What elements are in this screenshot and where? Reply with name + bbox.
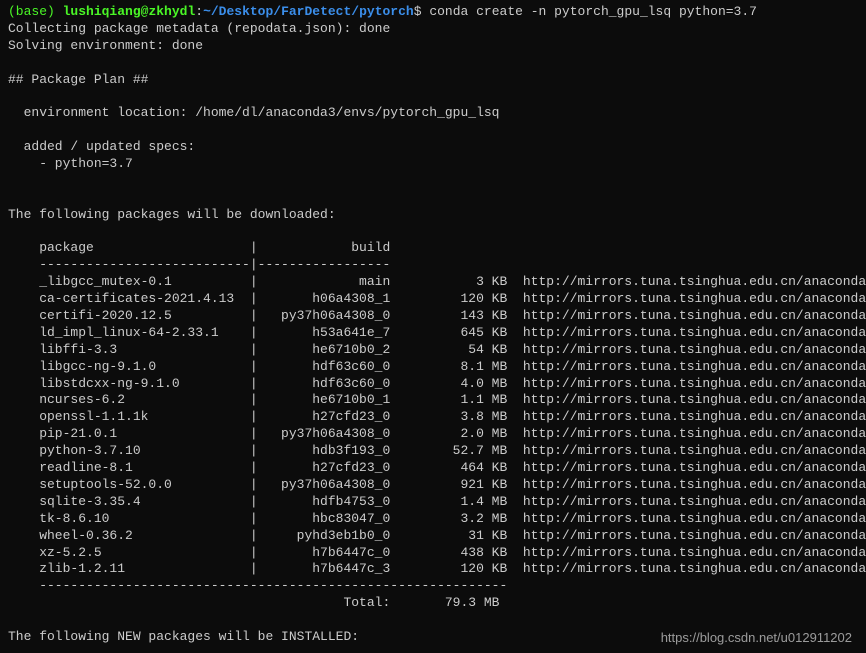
package-row: sqlite-3.35.4 | hdfb4753_0 1.4 MB http:/… [8,494,858,511]
package-row: python-3.7.10 | hdb3f193_0 52.7 MB http:… [8,443,858,460]
package-row: pip-21.0.1 | py37h06a4308_0 2.0 MB http:… [8,426,858,443]
prompt-username: lushiqiang [63,4,141,19]
watermark: https://blog.csdn.net/u012911202 [661,630,852,647]
package-row: tk-8.6.10 | hbc83047_0 3.2 MB http://mir… [8,511,858,528]
output-line: The following packages will be downloade… [8,207,858,224]
package-row: openssl-1.1.1k | h27cfd23_0 3.8 MB http:… [8,409,858,426]
package-table-total: Total: 79.3 MB [8,595,858,612]
prompt-line[interactable]: (base) lushiqiang@zkhydl:~/Desktop/FarDe… [8,4,858,21]
package-row: ca-certificates-2021.4.13 | h06a4308_1 1… [8,291,858,308]
conda-env-indicator: (base) [8,4,63,19]
output-line [8,612,858,629]
prompt-cwd: ~/Desktop/FarDetect/pytorch [203,4,414,19]
prompt-dollar: $ [414,4,430,19]
output-line: Solving environment: done [8,38,858,55]
package-row: certifi-2020.12.5 | py37h06a4308_0 143 K… [8,308,858,325]
package-row: libstdcxx-ng-9.1.0 | hdf63c60_0 4.0 MB h… [8,376,858,393]
output-line: ## Package Plan ## [8,72,858,89]
output-line: Collecting package metadata (repodata.js… [8,21,858,38]
output-line [8,122,858,139]
total-value: 79.3 MB [390,595,499,610]
output-line [8,173,858,190]
package-table-footer-divider: ----------------------------------------… [8,578,858,595]
package-row: libffi-3.3 | he6710b0_2 54 KB http://mir… [8,342,858,359]
output-line [8,224,858,241]
package-row: xz-5.2.5 | h7b6447c_0 438 KB http://mirr… [8,545,858,562]
output-line [8,88,858,105]
output-line [8,55,858,72]
package-row: wheel-0.36.2 | pyhd3eb1b0_0 31 KB http:/… [8,528,858,545]
prompt-colon: : [195,4,203,19]
package-row: setuptools-52.0.0 | py37h06a4308_0 921 K… [8,477,858,494]
output-line [8,190,858,207]
package-row: ncurses-6.2 | he6710b0_1 1.1 MB http://m… [8,392,858,409]
package-row: ld_impl_linux-64-2.33.1 | h53a641e_7 645… [8,325,858,342]
output-line: - python=3.7 [8,156,858,173]
package-row: libgcc-ng-9.1.0 | hdf63c60_0 8.1 MB http… [8,359,858,376]
package-row: readline-8.1 | h27cfd23_0 464 KB http://… [8,460,858,477]
package-table-divider: ---------------------------|------------… [8,257,858,274]
command-text: conda create -n pytorch_gpu_lsq python=3… [429,4,757,19]
package-table-header: package | build [8,240,858,257]
package-row: _libgcc_mutex-0.1 | main 3 KB http://mir… [8,274,858,291]
prompt-hostname: zkhydl [148,4,195,19]
terminal-output: (base) lushiqiang@zkhydl:~/Desktop/FarDe… [8,4,858,646]
output-line: environment location: /home/dl/anaconda3… [8,105,858,122]
package-row: zlib-1.2.11 | h7b6447c_3 120 KB http://m… [8,561,858,578]
total-label: Total: [8,595,390,610]
output-line: added / updated specs: [8,139,858,156]
